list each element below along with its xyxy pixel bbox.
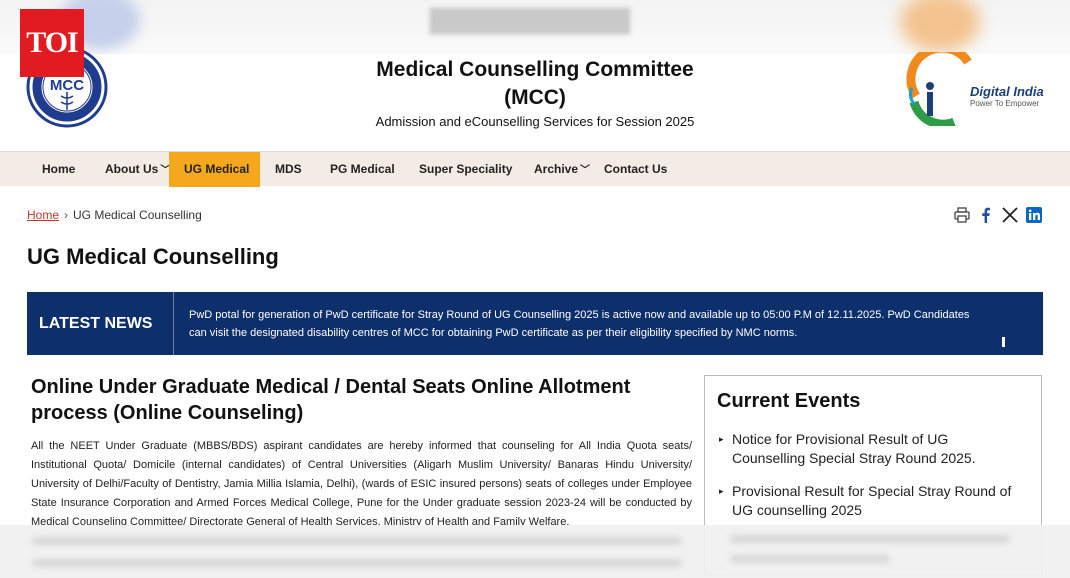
event-item[interactable]: ▸ Notice for Provisional Result of UG Co…: [719, 430, 1022, 468]
blurred-logo-right: [900, 0, 980, 52]
bottom-blurred-overlay: [0, 525, 1070, 578]
article-title: Online Under Graduate Medical / Dental S…: [31, 376, 631, 424]
page-title: UG Medical Counselling: [27, 244, 279, 269]
bullet-icon: ▸: [719, 486, 724, 496]
linkedin-icon[interactable]: [1026, 207, 1042, 223]
event-item[interactable]: ▸ Provisional Result for Special Stray R…: [719, 482, 1022, 520]
nav-contact-us[interactable]: Contact Us: [589, 152, 682, 187]
blurred-heading: ▇▇▇▇▇▇▇▇▇▇: [430, 4, 630, 34]
print-icon[interactable]: [954, 207, 970, 223]
article-body: All the NEET Under Graduate (MBBS/BDS) a…: [31, 440, 692, 528]
site-title: Medical Counselling Committee (MCC): [376, 58, 694, 109]
breadcrumb: Home › UG Medical Counselling: [27, 208, 202, 222]
nav-ug-medical[interactable]: UG Medical: [169, 152, 260, 187]
latest-news-label: LATEST NEWS: [27, 292, 174, 355]
site-header-title: Medical Counselling Committee (MCC) Admi…: [370, 56, 700, 130]
breadcrumb-current: UG Medical Counselling: [73, 208, 202, 222]
breadcrumb-home-link[interactable]: Home: [27, 208, 59, 222]
toi-logo: TOI: [20, 9, 84, 77]
nav-mds[interactable]: MDS: [260, 152, 317, 187]
facebook-icon[interactable]: [978, 207, 994, 223]
x-icon[interactable]: [1002, 207, 1018, 223]
bullet-icon: ▸: [719, 434, 724, 444]
mcc-logo-text: MCC: [50, 77, 84, 94]
blurred-line: [730, 555, 890, 563]
share-toolbar: [946, 205, 1042, 225]
current-events-title: Current Events: [717, 390, 861, 412]
blurred-line: [32, 559, 682, 567]
blurred-line: [730, 535, 1010, 543]
digital-india-title: Digital India: [970, 84, 1044, 99]
nav-home[interactable]: Home: [27, 152, 90, 187]
pause-icon[interactable]: [1002, 334, 1011, 365]
breadcrumb-separator: ›: [64, 208, 69, 222]
blurred-line: [32, 537, 682, 545]
main-nav: Home About Us ﹀ UG Medical MDS PG Medical…: [0, 151, 1070, 187]
nav-pg-medical[interactable]: PG Medical: [315, 152, 410, 187]
top-blurred-banner: ▇▇▇▇▇▇▇▇▇▇: [0, 0, 1070, 54]
nav-super-speciality[interactable]: Super Speciality: [404, 152, 527, 187]
latest-news-text[interactable]: PwD potal for generation of PwD certific…: [189, 306, 979, 342]
digital-india-tagline: Power To Empower: [970, 99, 1040, 108]
latest-news-ticker: LATEST NEWS PwD potal for generation of …: [27, 292, 1043, 365]
site-subtitle: Admission and eCounselling Services for …: [375, 114, 695, 129]
